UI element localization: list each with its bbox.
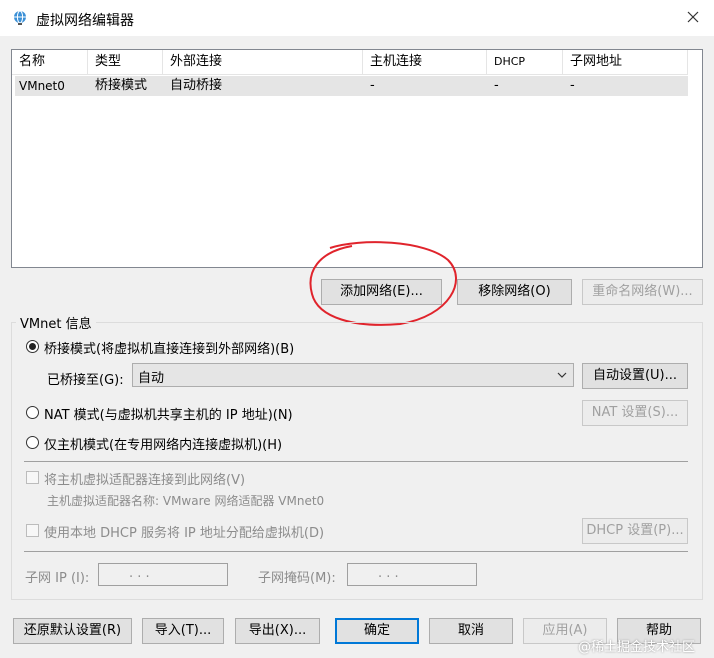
nat-label[interactable]: NAT 模式(与虚拟机共享主机的 IP 地址)(N) — [44, 404, 293, 423]
bridged-to-label: 已桥接至(G): — [47, 373, 124, 388]
remove-network-button[interactable]: 移除网络(O) — [457, 279, 572, 305]
cell-type: 桥接模式 — [95, 78, 148, 93]
host-only-radio[interactable] — [26, 436, 39, 449]
watermark: @稀土掘金技术社区 — [578, 640, 696, 655]
import-button[interactable]: 导入(T)... — [142, 618, 224, 644]
ok-button[interactable]: 确定 — [335, 618, 419, 644]
restore-defaults-button[interactable]: 还原默认设置(R) — [13, 618, 132, 644]
dhcp-label[interactable]: 使用本地 DHCP 服务将 IP 地址分配给虚拟机(D) — [44, 522, 324, 541]
ip-dots: . . . — [378, 566, 399, 581]
subnet-mask-label: 子网掩码(M): — [258, 571, 336, 586]
separator — [24, 551, 688, 552]
table-row[interactable]: VMnet0 桥接模式 自动桥接 - - - — [15, 76, 688, 96]
rename-network-button[interactable]: 重命名网络(W)... — [582, 279, 703, 305]
connect-adapter-checkbox[interactable] — [26, 471, 39, 484]
cell-host: - — [370, 78, 375, 93]
vmnet-info-label: VMnet 信息 — [16, 313, 96, 332]
cell-external: 自动桥接 — [170, 78, 223, 93]
nat-settings-button[interactable]: NAT 设置(S)... — [582, 400, 688, 426]
auto-settings-button[interactable]: 自动设置(U)... — [582, 363, 688, 389]
subnet-ip-label: 子网 IP (I): — [25, 571, 90, 586]
window-title: 虚拟网络编辑器 — [36, 13, 134, 29]
export-button[interactable]: 导出(X)... — [235, 618, 320, 644]
column-header-dhcp[interactable]: DHCP — [487, 50, 563, 74]
column-header-external[interactable]: 外部连接 — [163, 50, 363, 74]
separator — [24, 461, 688, 462]
host-only-label[interactable]: 仅主机模式(在专用网络内连接虚拟机)(H) — [44, 434, 282, 453]
column-header-host[interactable]: 主机连接 — [363, 50, 487, 74]
cell-subnet: - — [570, 78, 575, 93]
network-list[interactable]: 名称 类型 外部连接 主机连接 DHCP 子网地址 VMnet0 桥接模式 自动… — [11, 49, 703, 268]
subnet-mask-input[interactable]: . . . — [347, 563, 477, 586]
ip-dots: . . . — [129, 566, 150, 581]
bridged-label[interactable]: 桥接模式(将虚拟机直接连接到外部网络)(B) — [44, 338, 294, 357]
dhcp-settings-button[interactable]: DHCP 设置(P)... — [582, 518, 688, 544]
column-header-type[interactable]: 类型 — [88, 50, 163, 74]
cell-dhcp: - — [494, 78, 499, 93]
bridged-to-select[interactable]: 自动 — [132, 363, 574, 387]
subnet-ip-input[interactable]: . . . — [98, 563, 228, 586]
bridged-to-value: 自动 — [138, 371, 165, 386]
cancel-button[interactable]: 取消 — [429, 618, 513, 644]
chevron-down-icon — [557, 372, 567, 378]
bridged-radio[interactable] — [26, 340, 39, 353]
globe-network-icon — [14, 10, 26, 25]
list-header: 名称 类型 外部连接 主机连接 DHCP 子网地址 — [12, 50, 688, 75]
connect-adapter-label[interactable]: 将主机虚拟适配器连接到此网络(V) — [44, 469, 245, 488]
column-header-name[interactable]: 名称 — [12, 50, 88, 74]
nat-radio[interactable] — [26, 406, 39, 419]
dhcp-checkbox[interactable] — [26, 524, 39, 537]
column-header-subnet[interactable]: 子网地址 — [563, 50, 688, 74]
close-icon[interactable] — [684, 8, 702, 26]
cell-name: VMnet0 — [19, 79, 65, 93]
adapter-name-label: 主机虚拟适配器名称: VMware 网络适配器 VMnet0 — [47, 494, 325, 508]
red-annotation-circle — [309, 241, 457, 326]
